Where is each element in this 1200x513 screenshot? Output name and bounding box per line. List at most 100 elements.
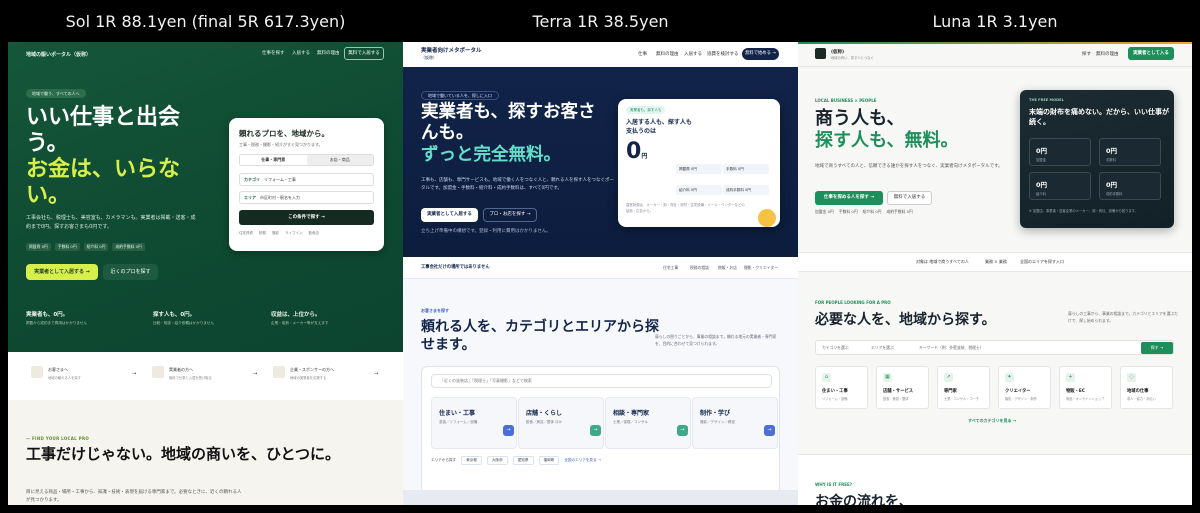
free-model-title: 末端の財布を痛めない。だから、いい仕事が続く。 <box>1029 108 1169 126</box>
sol-hero-title: いい仕事と出会う。 <box>26 105 181 156</box>
arrow-right-icon[interactable]: → <box>374 371 378 377</box>
category-card[interactable]: 制作・学び 撮影／デザイン／教室 → <box>692 397 778 449</box>
sol-find-pro-button[interactable]: 近くのプロを探す <box>103 264 158 280</box>
category-sub: 飲食・美容・整体 <box>883 397 909 401</box>
sol-nav-cta-button[interactable]: 無料で入居する <box>344 47 384 60</box>
terra-search-box: 「近くの塗装店」「税理士」「写真撮影」などで検索 住まい・工事 塗装／リフォーム／… <box>421 366 780 494</box>
quick-chip[interactable]: 税務 <box>259 231 266 236</box>
area-chip[interactable]: 福岡県 <box>538 456 560 465</box>
all-categories-link[interactable]: すべてのカテゴリを見る → <box>968 418 1016 424</box>
scope-item: 税務の相談 <box>690 265 709 270</box>
area-input[interactable]: エリア 市区町村・駅名を入力 <box>239 191 374 204</box>
fee-tag: 手数料 0円 <box>54 243 80 251</box>
terra-nav-item[interactable]: 協賛を検討する <box>707 51 739 57</box>
luna-primary-button[interactable]: 仕事を探める人を探す → <box>815 191 883 205</box>
arrow-right-icon[interactable]: → <box>132 371 136 377</box>
category-dropdown[interactable]: カテゴリを選ぶ <box>822 345 849 351</box>
tab-work-pro[interactable]: 仕事・専門家 <box>240 155 307 165</box>
terra-join-button[interactable]: 実業者として入居する <box>421 208 478 222</box>
luna-nav-item[interactable]: 無料の理由 <box>1096 51 1119 57</box>
luna-nav-cta-button[interactable]: 実業者として入る <box>1128 47 1174 60</box>
arrow-right-icon: → <box>503 425 514 436</box>
area-chip[interactable]: 大阪府 <box>486 456 508 465</box>
stat-title: 探す人も、0円。 <box>153 312 196 318</box>
band-item: 全国のエリアを探す入口 <box>1020 259 1064 264</box>
area-chip[interactable]: 愛知県 <box>512 456 534 465</box>
search-card-title: 頼れるプロを、地域から。 <box>239 129 329 138</box>
quick-chip[interactable]: 住宅改修 <box>239 231 253 236</box>
trend-icon: ↗ <box>944 373 953 382</box>
link-title: お客さまへ <box>48 367 68 372</box>
home-icon: ⌂ <box>822 373 831 382</box>
luna-logo-icon[interactable] <box>815 48 826 59</box>
search-button[interactable]: この条件で探す → <box>239 210 374 225</box>
category-name: 住まい・工事 <box>439 410 476 417</box>
category-sub: リフォーム・設備 <box>822 397 848 401</box>
fee-box: 0円 紹介料 <box>1029 172 1091 200</box>
quick-chip[interactable]: ライブイン <box>285 231 303 236</box>
terra-panel: 実業者向けメタポータル （仮称） 仕事 無料の理由 入居する 協賛を検討する 無… <box>403 42 798 505</box>
category-sub: 求人・協力・手伝い <box>1127 397 1156 401</box>
fee-cell: 手数料 0円 <box>723 164 769 174</box>
comparison-canvas: Sol 1R 88.1yen (final 5R 617.3yen) Terra… <box>0 0 1200 513</box>
sol-join-button[interactable]: 実業者として入居する → <box>26 264 98 280</box>
category-tile[interactable]: ↗ 専門家 士業・コンサル・コーチ <box>937 366 990 409</box>
terra-nav-item[interactable]: 無料の理由 <box>656 51 679 57</box>
fee-cell: 掲載費 0円 <box>676 164 722 174</box>
sol-section-title: 工事だけじゃない。地域の商いを、ひとつに。 <box>26 445 340 463</box>
terra-hero-note: 立ち上げ準備中の構想です。登録・利用に費用はかかりません。 <box>421 229 551 234</box>
fee-box: 0円 成約手数料 <box>1099 172 1161 200</box>
sol-brand[interactable]: 地域の賑いポータル（仮称） <box>26 51 91 58</box>
luna-section-title: 必要な人を、地域から探す。 <box>815 312 996 328</box>
terra-search-input[interactable]: 「近くの塗装店」「税理士」「写真撮影」などで検索 <box>431 374 772 388</box>
area-dropdown[interactable]: エリアを選ぶ <box>871 345 894 351</box>
category-card[interactable]: 店舗・くらし 飲食／美容／整体 ほか → <box>518 397 604 449</box>
luna-section-label: FOR PEOPLE LOOKING FOR A PRO <box>815 300 891 305</box>
sol-nav-find-work[interactable]: 仕事を探す <box>262 50 285 56</box>
keyword-input[interactable]: キーワード（例：外壁塗装、税理士） <box>919 345 984 351</box>
all-areas-link[interactable]: 全国のエリアを見る → <box>564 458 601 463</box>
building-icon <box>273 366 285 378</box>
category-card[interactable]: 住まい・工事 塗装／リフォーム／設備 → <box>431 397 517 449</box>
category-label: カテゴリ <box>244 177 260 182</box>
caption-luna: Luna 1R 3.1yen <box>932 12 1058 31</box>
arrow-right-icon: → <box>590 425 601 436</box>
tab-shop-product[interactable]: お店・商品 <box>306 155 373 165</box>
area-links: エリアから探す 東京都 大阪府 愛知県 福岡県 全国のエリアを見る → <box>431 456 601 465</box>
terra-nav-item[interactable]: 仕事 <box>638 51 647 57</box>
terra-brand[interactable]: 実業者向けメタポータル <box>421 46 482 54</box>
fee-tag: 掲載費 0円 <box>26 243 51 251</box>
category-tile[interactable]: ◌ 地域の仕事 求人・協力・手伝い <box>1120 366 1173 409</box>
quick-chip[interactable]: 撮影 <box>272 231 279 236</box>
terra-nav-item[interactable]: 入居する <box>684 51 702 57</box>
terra-nav-cta-button[interactable]: 無料で始める → <box>742 48 779 60</box>
luna-nav-item[interactable]: 探す <box>1082 51 1091 57</box>
sol-nav-why-free[interactable]: 無料の理由 <box>317 50 340 56</box>
stat-title: 実業者も、0円。 <box>26 312 69 318</box>
luna-join-button[interactable]: 無料で入居する <box>887 191 932 205</box>
category-value: リフォーム・工事 <box>264 177 296 182</box>
category-tile[interactable]: ▦ 店舗・サービス 飲食・美容・整体 <box>876 366 929 409</box>
luna-brand-sub: 地域の商い、探す人とつなぐ <box>831 56 874 60</box>
category-sub: 飲食／美容／整体 ほか <box>526 420 563 424</box>
fee-tag: 手数料 0円 <box>838 209 858 214</box>
sol-hero-description: 工事会社も、税理士も、美容室も、カメラマンも。実業者は掲載・送客・成約まで0円。… <box>26 215 196 230</box>
stat-sub: 比較・相談・紹介依頼はかかりません <box>153 321 214 325</box>
store-icon: ▦ <box>883 373 892 382</box>
luna-free-model-card: THE FREE MODEL 末端の財布を痛めない。だから、いい仕事が続く。 0… <box>1020 90 1174 228</box>
area-chip[interactable]: 東京都 <box>461 456 482 465</box>
quick-chip[interactable]: 飲食店 <box>309 231 320 236</box>
sol-nav-join[interactable]: 入居する <box>292 50 310 56</box>
luna-search-button[interactable]: 探す → <box>1141 342 1173 354</box>
luna-panel: (仮称) 地域の商い、探す人とつなぐ 探す 無料の理由 実業者として入る LOC… <box>798 42 1192 505</box>
category-select[interactable]: カテゴリ リフォーム・工事 <box>239 173 374 186</box>
category-tile[interactable]: + 物販・EC 商品・オンラインショップ <box>1059 366 1112 409</box>
caption-terra: Terra 1R 38.5yen <box>532 12 669 31</box>
caption-sol: Sol 1R 88.1yen (final 5R 617.3yen) <box>65 12 346 31</box>
arrow-right-icon[interactable]: → <box>253 371 257 377</box>
category-tile[interactable]: ✦ クリエイター 撮影・デザイン・制作 <box>998 366 1051 409</box>
stat-sub: 企業・協賛・メーカー等が支えます <box>271 321 329 325</box>
category-card[interactable]: 相談・専門家 士業／保険／コンサル → <box>605 397 691 449</box>
category-tile[interactable]: ⌂ 住まい・工事 リフォーム・設備 <box>815 366 868 409</box>
terra-find-button[interactable]: プロ・お店を探す → <box>483 208 537 222</box>
